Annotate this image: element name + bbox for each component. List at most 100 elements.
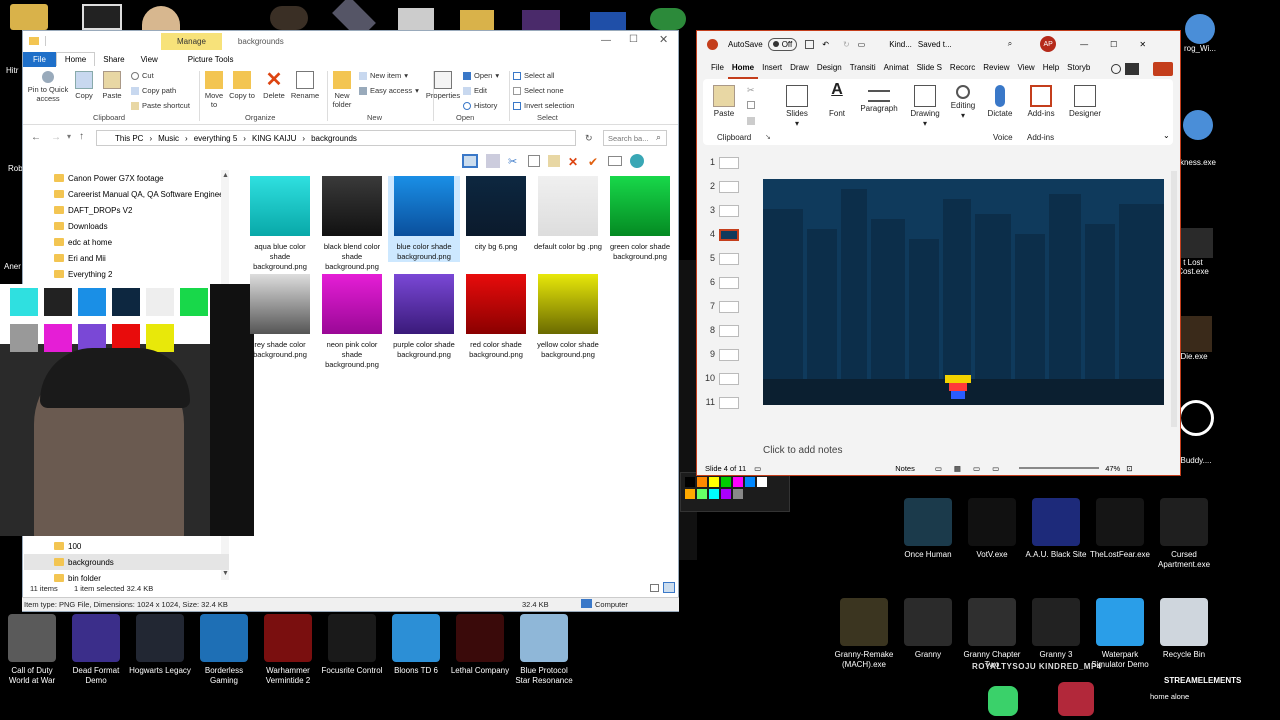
ppt-tab[interactable]: Insert <box>758 63 786 79</box>
file-item[interactable]: rey shade color background.png <box>244 274 316 360</box>
copy-path-button[interactable]: Copy path <box>131 86 176 95</box>
copy-button[interactable]: Copy <box>71 71 97 100</box>
font-button[interactable]: A Font <box>821 82 853 119</box>
desktop-icon-right2-3[interactable]: Granny 3 <box>1024 598 1088 660</box>
collapse-ribbon-icon[interactable]: ⌄ <box>1163 131 1170 140</box>
desktop-icon-5[interactable]: Focusrite Control <box>320 614 384 676</box>
desktop-icon-6[interactable]: Bloons TD 6 <box>384 614 448 676</box>
copy-icon[interactable] <box>528 155 540 167</box>
record-icon[interactable] <box>1111 64 1121 74</box>
layout-icon[interactable] <box>486 154 500 168</box>
paste-button[interactable]: Paste <box>709 85 739 119</box>
ppt-tab[interactable]: Review <box>979 63 1013 79</box>
refresh-icon[interactable]: ↻ <box>585 133 593 144</box>
ppt-tab[interactable]: Help <box>1039 63 1063 79</box>
tab-home[interactable]: Home <box>55 52 96 66</box>
ppt-tab[interactable]: Transiti <box>846 63 880 79</box>
desktop-icon-right-0[interactable]: Once Human <box>896 498 960 560</box>
zoom-level[interactable]: 47% <box>1105 464 1120 473</box>
desktop-top-icon-10[interactable] <box>650 8 686 30</box>
check-icon[interactable]: ✔ <box>588 155 600 169</box>
globe-icon[interactable] <box>630 154 644 168</box>
tab-view[interactable]: View <box>133 55 166 64</box>
desktop-icon-right-1[interactable]: VotV.exe <box>960 498 1024 560</box>
nav-item[interactable]: backgrounds <box>24 554 229 570</box>
cut-icon[interactable]: ✂ <box>747 85 755 96</box>
paragraph-button[interactable]: Paragraph <box>857 85 901 114</box>
copy-icon[interactable] <box>747 101 755 109</box>
recent-dropdown-icon[interactable]: ▾ <box>67 132 71 141</box>
details-view-icon[interactable] <box>650 584 659 592</box>
desktop-top-icon-7[interactable] <box>460 10 494 30</box>
autosave-toggle[interactable]: Off <box>767 37 798 51</box>
tab-file[interactable]: File <box>23 51 56 67</box>
breadcrumb-item[interactable]: KING KAIJU <box>252 134 296 143</box>
delete-button[interactable]: ✕ Delete <box>259 70 289 100</box>
slide-thumbnail[interactable] <box>719 181 739 193</box>
breadcrumb-item[interactable]: Music <box>158 134 179 143</box>
tab-share[interactable]: Share <box>95 55 132 64</box>
desktop-top-icon-2[interactable] <box>82 4 122 30</box>
right-partial-frog[interactable]: rog_Wi... <box>1180 14 1220 62</box>
desktop-icon-8[interactable]: Blue Protocol Star Resonance <box>512 614 576 686</box>
ppt-tab[interactable]: Animat <box>880 63 913 79</box>
tab-picture-tools[interactable]: Picture Tools <box>180 55 242 64</box>
file-item[interactable]: blue color shade background.png <box>388 176 460 262</box>
search-icon[interactable]: ⌕ <box>1008 39 1012 49</box>
large-icons-view-icon[interactable] <box>663 582 675 593</box>
desktop-icon-3[interactable]: Borderless Gaming <box>192 614 256 686</box>
desktop-icon-right-2[interactable]: A.A.U. Black Site <box>1024 498 1088 560</box>
slide-thumbnail[interactable] <box>719 325 739 337</box>
avatar[interactable]: AP <box>1040 36 1057 52</box>
desktop-icon-right2-0[interactable]: Granny-Remake (MACH).exe <box>832 598 896 670</box>
clipboard-launcher-icon[interactable]: ↘ <box>765 133 771 141</box>
slide-thumbnail[interactable] <box>719 373 739 385</box>
properties-button[interactable]: Properties <box>425 71 461 100</box>
normal-view-icon[interactable]: ▭ <box>935 464 942 473</box>
select-none-button[interactable]: Select none <box>513 86 564 95</box>
slideshow-icon[interactable]: ▭ <box>992 464 999 473</box>
desktop-icon-right2-2[interactable]: Granny Chapter Two <box>960 598 1024 670</box>
designer-button[interactable]: Designer <box>1065 85 1105 119</box>
nav-item[interactable]: Eri and Mii <box>24 250 229 266</box>
format-painter-icon[interactable] <box>747 117 755 125</box>
paste-icon[interactable] <box>548 155 560 167</box>
desktop-top-icon-8[interactable] <box>522 10 560 30</box>
slide-thumbnail[interactable] <box>719 349 739 361</box>
breadcrumb-item[interactable]: This PC <box>115 134 143 143</box>
paste-button[interactable]: Paste <box>99 71 125 100</box>
desktop-icon-1[interactable]: Dead Format Demo <box>64 614 128 686</box>
slide-scrollbar[interactable] <box>1171 171 1177 427</box>
maximize-icon[interactable]: ☐ <box>629 34 638 45</box>
file-item[interactable]: black blend color shade background.png <box>316 176 388 272</box>
minimize-icon[interactable]: — <box>601 35 611 46</box>
breadcrumb-item[interactable]: backgrounds <box>311 134 357 143</box>
desktop-icon-2[interactable]: Hogwarts Legacy <box>128 614 192 676</box>
ppt-tab[interactable]: Design <box>813 63 846 79</box>
desktop-top-icon-6[interactable] <box>398 8 434 30</box>
ppt-tab[interactable]: Storyb <box>1063 63 1094 79</box>
desktop-icon-right-3[interactable]: TheLostFear.exe <box>1088 498 1152 560</box>
desktop-icon-0[interactable]: Call of Duty World at War <box>0 614 64 686</box>
maximize-icon[interactable]: ☐ <box>1110 40 1117 49</box>
breadcrumb-item[interactable]: everything 5 <box>194 134 238 143</box>
zoom-slider[interactable] <box>1019 467 1100 469</box>
forward-arrow-icon[interactable]: → <box>51 132 61 143</box>
rename-button[interactable]: Rename <box>289 71 321 100</box>
slide-thumbnail[interactable] <box>719 253 739 265</box>
file-item[interactable]: purple color shade background.png <box>388 274 460 360</box>
close-icon[interactable]: ✕ <box>659 33 668 46</box>
reading-view-icon[interactable]: ▭ <box>973 464 980 473</box>
addins-button[interactable]: Add-ins <box>1021 85 1061 119</box>
preview-pane-icon[interactable] <box>462 154 478 168</box>
saved-status[interactable]: Saved t... <box>918 40 952 49</box>
select-all-button[interactable]: Select all <box>513 71 554 80</box>
search-icon[interactable]: ⌕ <box>656 132 661 143</box>
file-item[interactable]: city bg 6.png <box>460 176 532 252</box>
desktop-icon-4[interactable]: Warhammer Vermintide 2 <box>256 614 320 686</box>
pin-quick-access-button[interactable]: Pin to Quick access <box>25 71 71 103</box>
move-to-button[interactable]: Move to <box>201 71 227 109</box>
quick-access-toolbar[interactable] <box>45 36 85 46</box>
file-item[interactable]: red color shade background.png <box>460 274 532 360</box>
slides-button[interactable]: Slides ▾ <box>781 85 813 129</box>
